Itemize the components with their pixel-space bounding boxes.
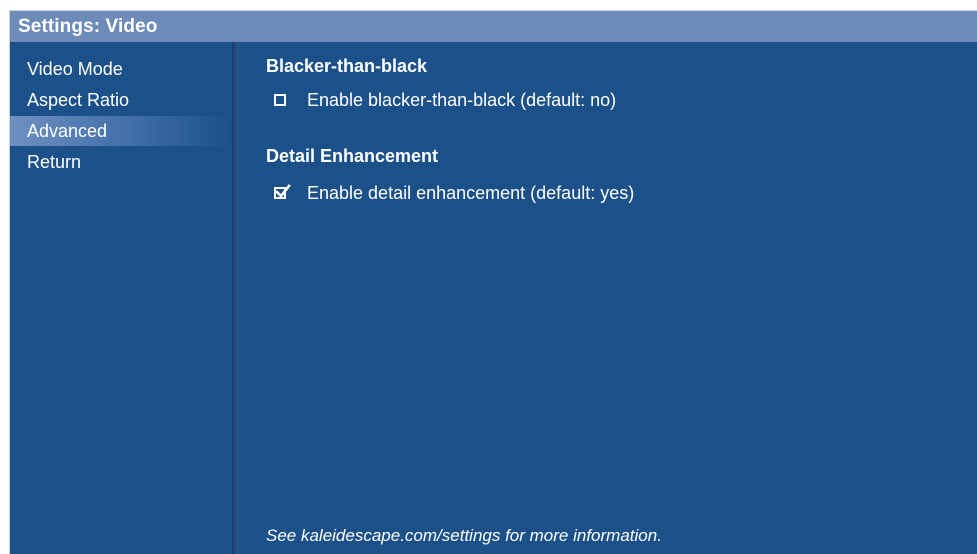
- checkbox-checked-icon[interactable]: [274, 184, 291, 199]
- sidebar-item-aspect-ratio[interactable]: Aspect Ratio: [10, 85, 232, 115]
- title-bar: Settings: Video: [10, 11, 977, 42]
- detail-enhancement-option[interactable]: Enable detail enhancement (default: yes): [274, 180, 634, 206]
- blacker-than-black-label: Enable blacker-than-black (default: no): [307, 89, 617, 110]
- detail-enhancement-label: Enable detail enhancement (default: yes): [307, 182, 635, 203]
- sidebar-item-label: Advanced: [27, 120, 108, 141]
- sidebar-item-return[interactable]: Return: [10, 147, 232, 177]
- sidebar-item-advanced[interactable]: Advanced: [10, 116, 232, 146]
- sidebar-menu: Video Mode Aspect Ratio Advanced Return: [10, 42, 232, 554]
- footer-info-note: See kaleidescape.com/settings for more i…: [266, 526, 662, 545]
- section-heading-blacker-than-black: Blacker-than-black: [266, 56, 428, 76]
- sidebar-item-label: Aspect Ratio: [27, 89, 130, 110]
- sidebar-item-label: Video Mode: [27, 58, 123, 79]
- section-heading-detail-enhancement: Detail Enhancement: [266, 146, 439, 166]
- checkmark-icon: [275, 184, 291, 198]
- sidebar-item-label: Return: [27, 151, 82, 172]
- settings-window: Settings: Video Video Mode Aspect Ratio …: [9, 10, 977, 554]
- panel-divider: [232, 42, 239, 554]
- blacker-than-black-option[interactable]: Enable blacker-than-black (default: no): [274, 87, 616, 113]
- sidebar-item-video-mode[interactable]: Video Mode: [10, 54, 232, 84]
- checkbox-unchecked-icon[interactable]: [274, 94, 286, 106]
- settings-content: Blacker-than-black Enable blacker-than-b…: [239, 42, 977, 554]
- window-title: Settings: Video: [18, 15, 158, 37]
